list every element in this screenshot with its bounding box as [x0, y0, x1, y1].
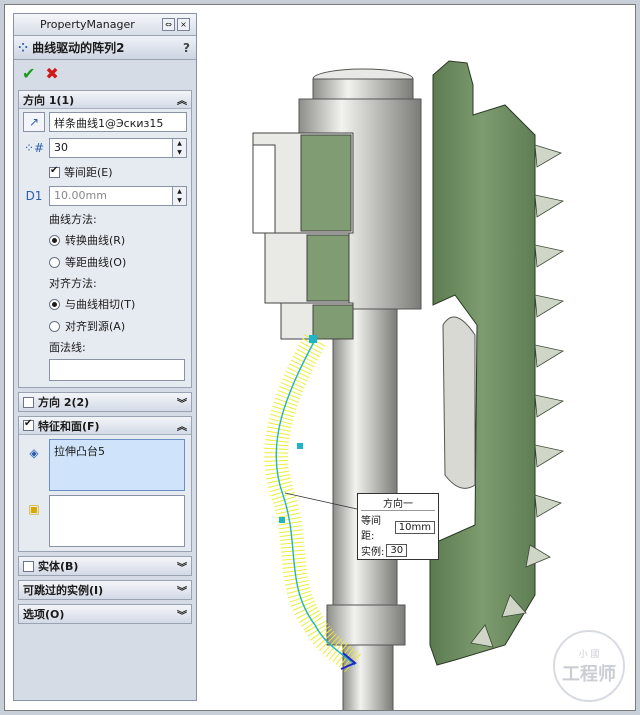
expand-icon[interactable]: ︾ [177, 607, 187, 622]
bodies-label: 实体(B) [38, 560, 79, 573]
help-icon[interactable]: ? [183, 41, 190, 55]
reverse-direction-icon[interactable]: ↗ [23, 112, 45, 132]
cancel-button[interactable]: ✖ [45, 64, 58, 83]
faces-list[interactable] [49, 495, 185, 547]
equal-spacing-label: 等间距(E) [64, 166, 113, 179]
align-method-label: 对齐方法: [49, 277, 97, 290]
skip-section: 可跳过的实例(I) ︾ [18, 580, 192, 600]
window-frame: PropertyManager ⇔ × ⁘ 曲线驱动的阵列2 ? ✔ ✖ 方向 … [4, 4, 636, 711]
options-section: 选项(O) ︾ [18, 604, 192, 624]
direction2-checkbox[interactable] [23, 396, 34, 408]
features-label: 特征和面(F) [38, 419, 100, 433]
callout-spacing-value[interactable]: 10mm [394, 520, 435, 534]
direction2-label: 方向 2(2) [38, 396, 90, 409]
curve-pattern-icon: ⁘ [18, 40, 29, 55]
offset-curve-label: 等距曲线(O) [65, 256, 127, 269]
curve-method-label: 曲线方法: [49, 213, 97, 226]
bracket-blocks [252, 132, 354, 340]
callout-spacing-label: 等间距: [361, 516, 381, 542]
expand-icon[interactable]: ︾ [177, 583, 187, 598]
options-label: 选项(O) [23, 608, 65, 621]
direction1-section: 方向 1(1) ︽ ↗ 样条曲线1@Эскиз15 ⁘# 30 ▲▼ 等间距(E… [18, 90, 192, 388]
face-normal-field[interactable] [49, 359, 185, 381]
list-item[interactable]: 拉伸凸台5 [54, 443, 180, 459]
bodies-checkbox[interactable] [23, 560, 34, 572]
watermark-bottom: 工程师 [562, 663, 616, 685]
skip-label: 可跳过的实例(I) [23, 584, 104, 597]
pm-titlebar: PropertyManager ⇔ × [14, 14, 196, 36]
spacing-input[interactable]: 10.00mm [49, 186, 173, 206]
expand-icon[interactable]: ︾ [177, 559, 187, 574]
bodies-header[interactable]: 实体(B) ︾ [19, 557, 191, 575]
ok-cancel-row: ✔ ✖ [14, 60, 196, 86]
graphics-viewport[interactable] [205, 5, 635, 710]
spacing-stepper[interactable]: ▲ ▼ [173, 186, 187, 206]
callout-title: 方向一 [361, 495, 435, 511]
faces-icon: ▣ [28, 502, 40, 516]
direction2-header[interactable]: 方向 2(2) ︾ [19, 393, 191, 411]
collapse-icon[interactable]: ︽ [177, 418, 187, 433]
close-icon[interactable]: × [177, 18, 190, 31]
pin-icon[interactable]: ⇔ [162, 18, 175, 31]
skip-header[interactable]: 可跳过的实例(I) ︾ [19, 581, 191, 599]
face-normal-label: 面法线: [49, 341, 86, 354]
tangent-label: 与曲线相切(T) [65, 298, 136, 311]
pm-title: PropertyManager [40, 18, 135, 31]
features-checkbox[interactable] [23, 418, 34, 431]
watermark-logo: 小 國 工程师 [553, 630, 625, 702]
bodies-section: 实体(B) ︾ [18, 556, 192, 576]
collapse-icon[interactable]: ︽ [177, 92, 187, 107]
direction1-label: 方向 1(1) [23, 93, 75, 107]
pattern-callout: 方向一 等间距: 10mm 实例: 30 [357, 493, 439, 560]
green-blade [429, 60, 565, 666]
tangent-radio[interactable] [49, 298, 60, 310]
ok-button[interactable]: ✔ [22, 64, 35, 83]
features-section: 特征和面(F) ︽ ◈ 拉伸凸台5 ▣ [18, 416, 192, 552]
callout-instances-value[interactable]: 30 [386, 544, 408, 557]
transform-curve-label: 转换曲线(R) [65, 234, 126, 247]
spacing-icon: D1 [25, 189, 43, 203]
feature-header: ⁘ 曲线驱动的阵列2 ? [14, 36, 196, 60]
watermark-top: 小 國 [578, 649, 600, 660]
curve-reference-field[interactable]: 样条曲线1@Эскиз15 [49, 112, 187, 132]
instances-stepper[interactable]: ▲ ▼ [173, 138, 187, 158]
offset-curve-radio[interactable] [49, 256, 60, 268]
features-list[interactable]: 拉伸凸台5 [49, 439, 185, 491]
expand-icon[interactable]: ︾ [177, 395, 187, 410]
features-icon: ◈ [29, 446, 39, 460]
direction2-section: 方向 2(2) ︾ [18, 392, 192, 412]
feature-title: 曲线驱动的阵列2 [32, 41, 125, 55]
options-header[interactable]: 选项(O) ︾ [19, 605, 191, 623]
transform-curve-radio[interactable] [49, 234, 60, 246]
align-source-label: 对齐到源(A) [65, 320, 126, 333]
property-manager: PropertyManager ⇔ × ⁘ 曲线驱动的阵列2 ? ✔ ✖ 方向 … [13, 13, 197, 701]
direction1-header[interactable]: 方向 1(1) ︽ [19, 91, 191, 109]
align-source-radio[interactable] [49, 320, 60, 332]
equal-spacing-checkbox[interactable] [49, 165, 60, 178]
model-render [252, 60, 565, 710]
features-header[interactable]: 特征和面(F) ︽ [19, 417, 191, 435]
instances-icon: ⁘# [23, 141, 45, 155]
instances-input[interactable]: 30 [49, 138, 173, 158]
callout-instances-label: 实例: [361, 547, 385, 558]
